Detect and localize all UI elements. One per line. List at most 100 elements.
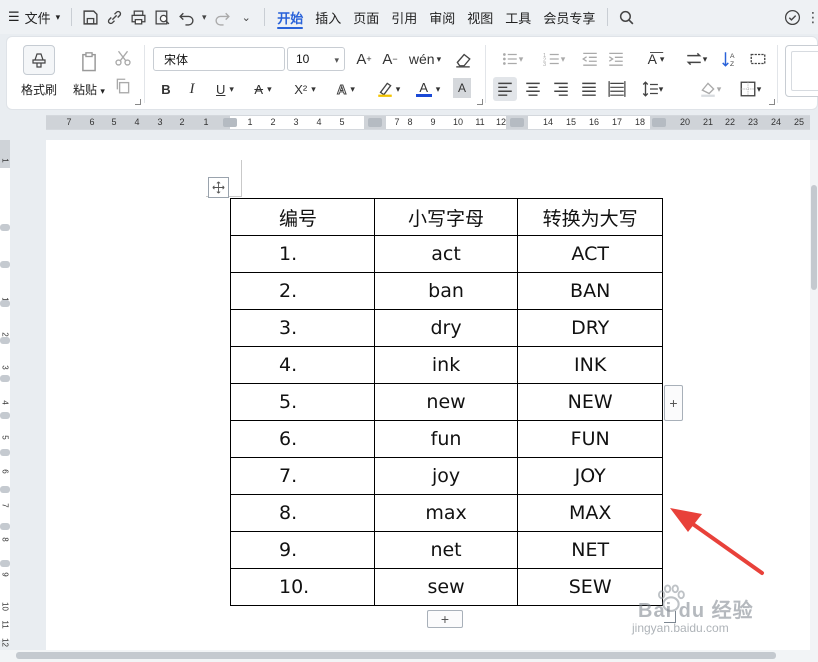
table-cell[interactable]: ink — [373, 346, 519, 384]
table-cell[interactable]: 4. — [230, 346, 375, 384]
vruler-row-marker[interactable] — [0, 261, 10, 268]
add-column-button[interactable]: + — [664, 385, 683, 421]
highlight-button[interactable]: ▾ — [371, 77, 405, 101]
tab-insert[interactable]: 插入 — [309, 0, 347, 34]
add-row-button[interactable]: + — [427, 610, 463, 628]
table-cell[interactable]: FUN — [517, 420, 663, 458]
table-cell[interactable]: 2. — [230, 272, 375, 310]
table-cell[interactable]: 7. — [230, 457, 375, 495]
table-header-cell[interactable]: 转换为大写 — [517, 198, 663, 236]
cut-icon[interactable] — [113, 47, 133, 69]
tab-home[interactable]: 开始 — [271, 0, 309, 34]
numbered-list-icon[interactable]: 1 2 3 ▾ — [537, 47, 571, 71]
font-color-button[interactable]: A ▾ — [411, 77, 445, 101]
grow-font-button[interactable]: A + — [353, 47, 375, 71]
vruler-row-marker[interactable] — [0, 560, 10, 567]
table-cell[interactable]: 10. — [230, 568, 375, 606]
shrink-font-button[interactable]: A − — [379, 47, 401, 71]
table-cell[interactable]: NEW — [517, 383, 663, 421]
sort-icon[interactable]: AZ — [719, 47, 741, 71]
format-painter-button[interactable]: 格式刷 — [15, 41, 63, 101]
table-cell[interactable]: 3. — [230, 309, 375, 347]
shading-button[interactable]: ▾ — [693, 77, 727, 101]
font-size-select[interactable]: 10 ▾ — [287, 47, 345, 71]
ruler-right-marker[interactable] — [652, 118, 666, 127]
save-icon[interactable] — [78, 5, 102, 29]
align-left-button[interactable] — [493, 77, 517, 101]
table-cell[interactable]: 8. — [230, 494, 375, 532]
table-cell[interactable]: ban — [373, 272, 519, 310]
vruler-row-marker[interactable] — [0, 486, 10, 493]
clear-format-icon[interactable] — [451, 47, 475, 71]
horizontal-ruler[interactable]: 7 6 5 4 3 2 1 1 2 3 4 5 7 8 9 10 11 12 1… — [46, 115, 810, 130]
table-cell[interactable]: joy — [373, 457, 519, 495]
horizontal-scroll-thumb[interactable] — [16, 652, 776, 659]
text-effect-button[interactable]: A ▾ — [329, 77, 363, 101]
tab-member[interactable]: 会员专享 — [537, 0, 601, 34]
table-cell[interactable]: JOY — [517, 457, 663, 495]
align-center-button[interactable] — [521, 77, 545, 101]
more-chevron-icon[interactable]: ⌄ — [234, 5, 258, 29]
strikethrough-button[interactable]: A ▾ — [247, 77, 279, 101]
align-right-button[interactable] — [549, 77, 573, 101]
vruler-row-marker[interactable] — [0, 412, 10, 419]
increase-indent-icon[interactable] — [605, 47, 627, 71]
table-cell[interactable]: act — [373, 235, 519, 273]
table-cell[interactable]: NET — [517, 531, 663, 569]
vertical-scroll-thumb[interactable] — [811, 185, 817, 290]
vruler-row-marker[interactable] — [0, 300, 10, 307]
print-icon[interactable] — [126, 5, 150, 29]
line-spacing-button[interactable]: ▾ — [635, 77, 669, 101]
undo-icon[interactable] — [174, 5, 198, 29]
table-cell[interactable]: 1. — [230, 235, 375, 273]
document-table[interactable]: 编号 小写字母 转换为大写 1. act ACT 2. ban BAN 3. dry DRY… — [230, 198, 663, 606]
bullet-list-icon[interactable]: ▾ — [495, 47, 529, 71]
tab-review[interactable]: 审阅 — [423, 0, 461, 34]
borders-button[interactable]: ▾ — [733, 77, 767, 101]
vruler-row-marker[interactable] — [0, 375, 10, 382]
undo-dropdown-icon[interactable]: ▾ — [198, 5, 210, 29]
copy-icon[interactable] — [113, 75, 133, 97]
show-marks-icon[interactable] — [747, 47, 769, 71]
paste-expand-icon[interactable] — [135, 99, 141, 105]
table-cell[interactable]: sew — [373, 568, 519, 606]
print-preview-icon[interactable] — [150, 5, 174, 29]
bold-button[interactable]: B — [155, 77, 177, 101]
tab-tools[interactable]: 工具 — [499, 0, 537, 34]
ruler-column-marker[interactable] — [368, 118, 382, 127]
vruler-row-marker[interactable] — [0, 523, 10, 530]
superscript-button[interactable]: X² ▾ — [287, 77, 323, 101]
underline-button[interactable]: U ▾ — [209, 77, 241, 101]
table-header-cell[interactable]: 编号 — [230, 198, 375, 236]
tab-page[interactable]: 页面 — [347, 0, 385, 34]
table-cell[interactable]: MAX — [517, 494, 663, 532]
ruler-column-marker[interactable] — [510, 118, 524, 127]
file-menu[interactable]: ☰ 文件 ▾ — [0, 0, 65, 34]
tab-reference[interactable]: 引用 — [385, 0, 423, 34]
text-direction-icon[interactable]: ▾ — [679, 47, 713, 71]
share-link-icon[interactable] — [102, 5, 126, 29]
table-header-cell[interactable]: 小写字母 — [373, 198, 519, 236]
table-cell[interactable]: net — [373, 531, 519, 569]
table-cell[interactable]: INK — [517, 346, 663, 384]
table-cell[interactable]: ACT — [517, 235, 663, 273]
search-icon[interactable] — [614, 5, 638, 29]
paragraph-expand-icon[interactable] — [769, 99, 775, 105]
pinyin-guide-button[interactable]: wén ▾ — [407, 47, 443, 71]
font-name-select[interactable]: 宋体 — [153, 47, 285, 71]
table-cell[interactable]: BAN — [517, 272, 663, 310]
table-cell[interactable]: new — [373, 383, 519, 421]
cloud-sync-icon[interactable] — [780, 5, 804, 29]
table-cell[interactable]: 9. — [230, 531, 375, 569]
table-cell[interactable]: max — [373, 494, 519, 532]
vruler-row-marker[interactable] — [0, 224, 10, 231]
paste-button[interactable]: 粘贴 ▾ — [67, 41, 111, 101]
table-cell[interactable]: 6. — [230, 420, 375, 458]
font-expand-icon[interactable] — [477, 99, 483, 105]
distributed-align-button[interactable] — [605, 77, 629, 101]
table-cell[interactable]: fun — [373, 420, 519, 458]
tab-view[interactable]: 视图 — [461, 0, 499, 34]
vruler-row-marker[interactable] — [0, 449, 10, 456]
table-cell[interactable]: dry — [373, 309, 519, 347]
table-cell[interactable]: DRY — [517, 309, 663, 347]
